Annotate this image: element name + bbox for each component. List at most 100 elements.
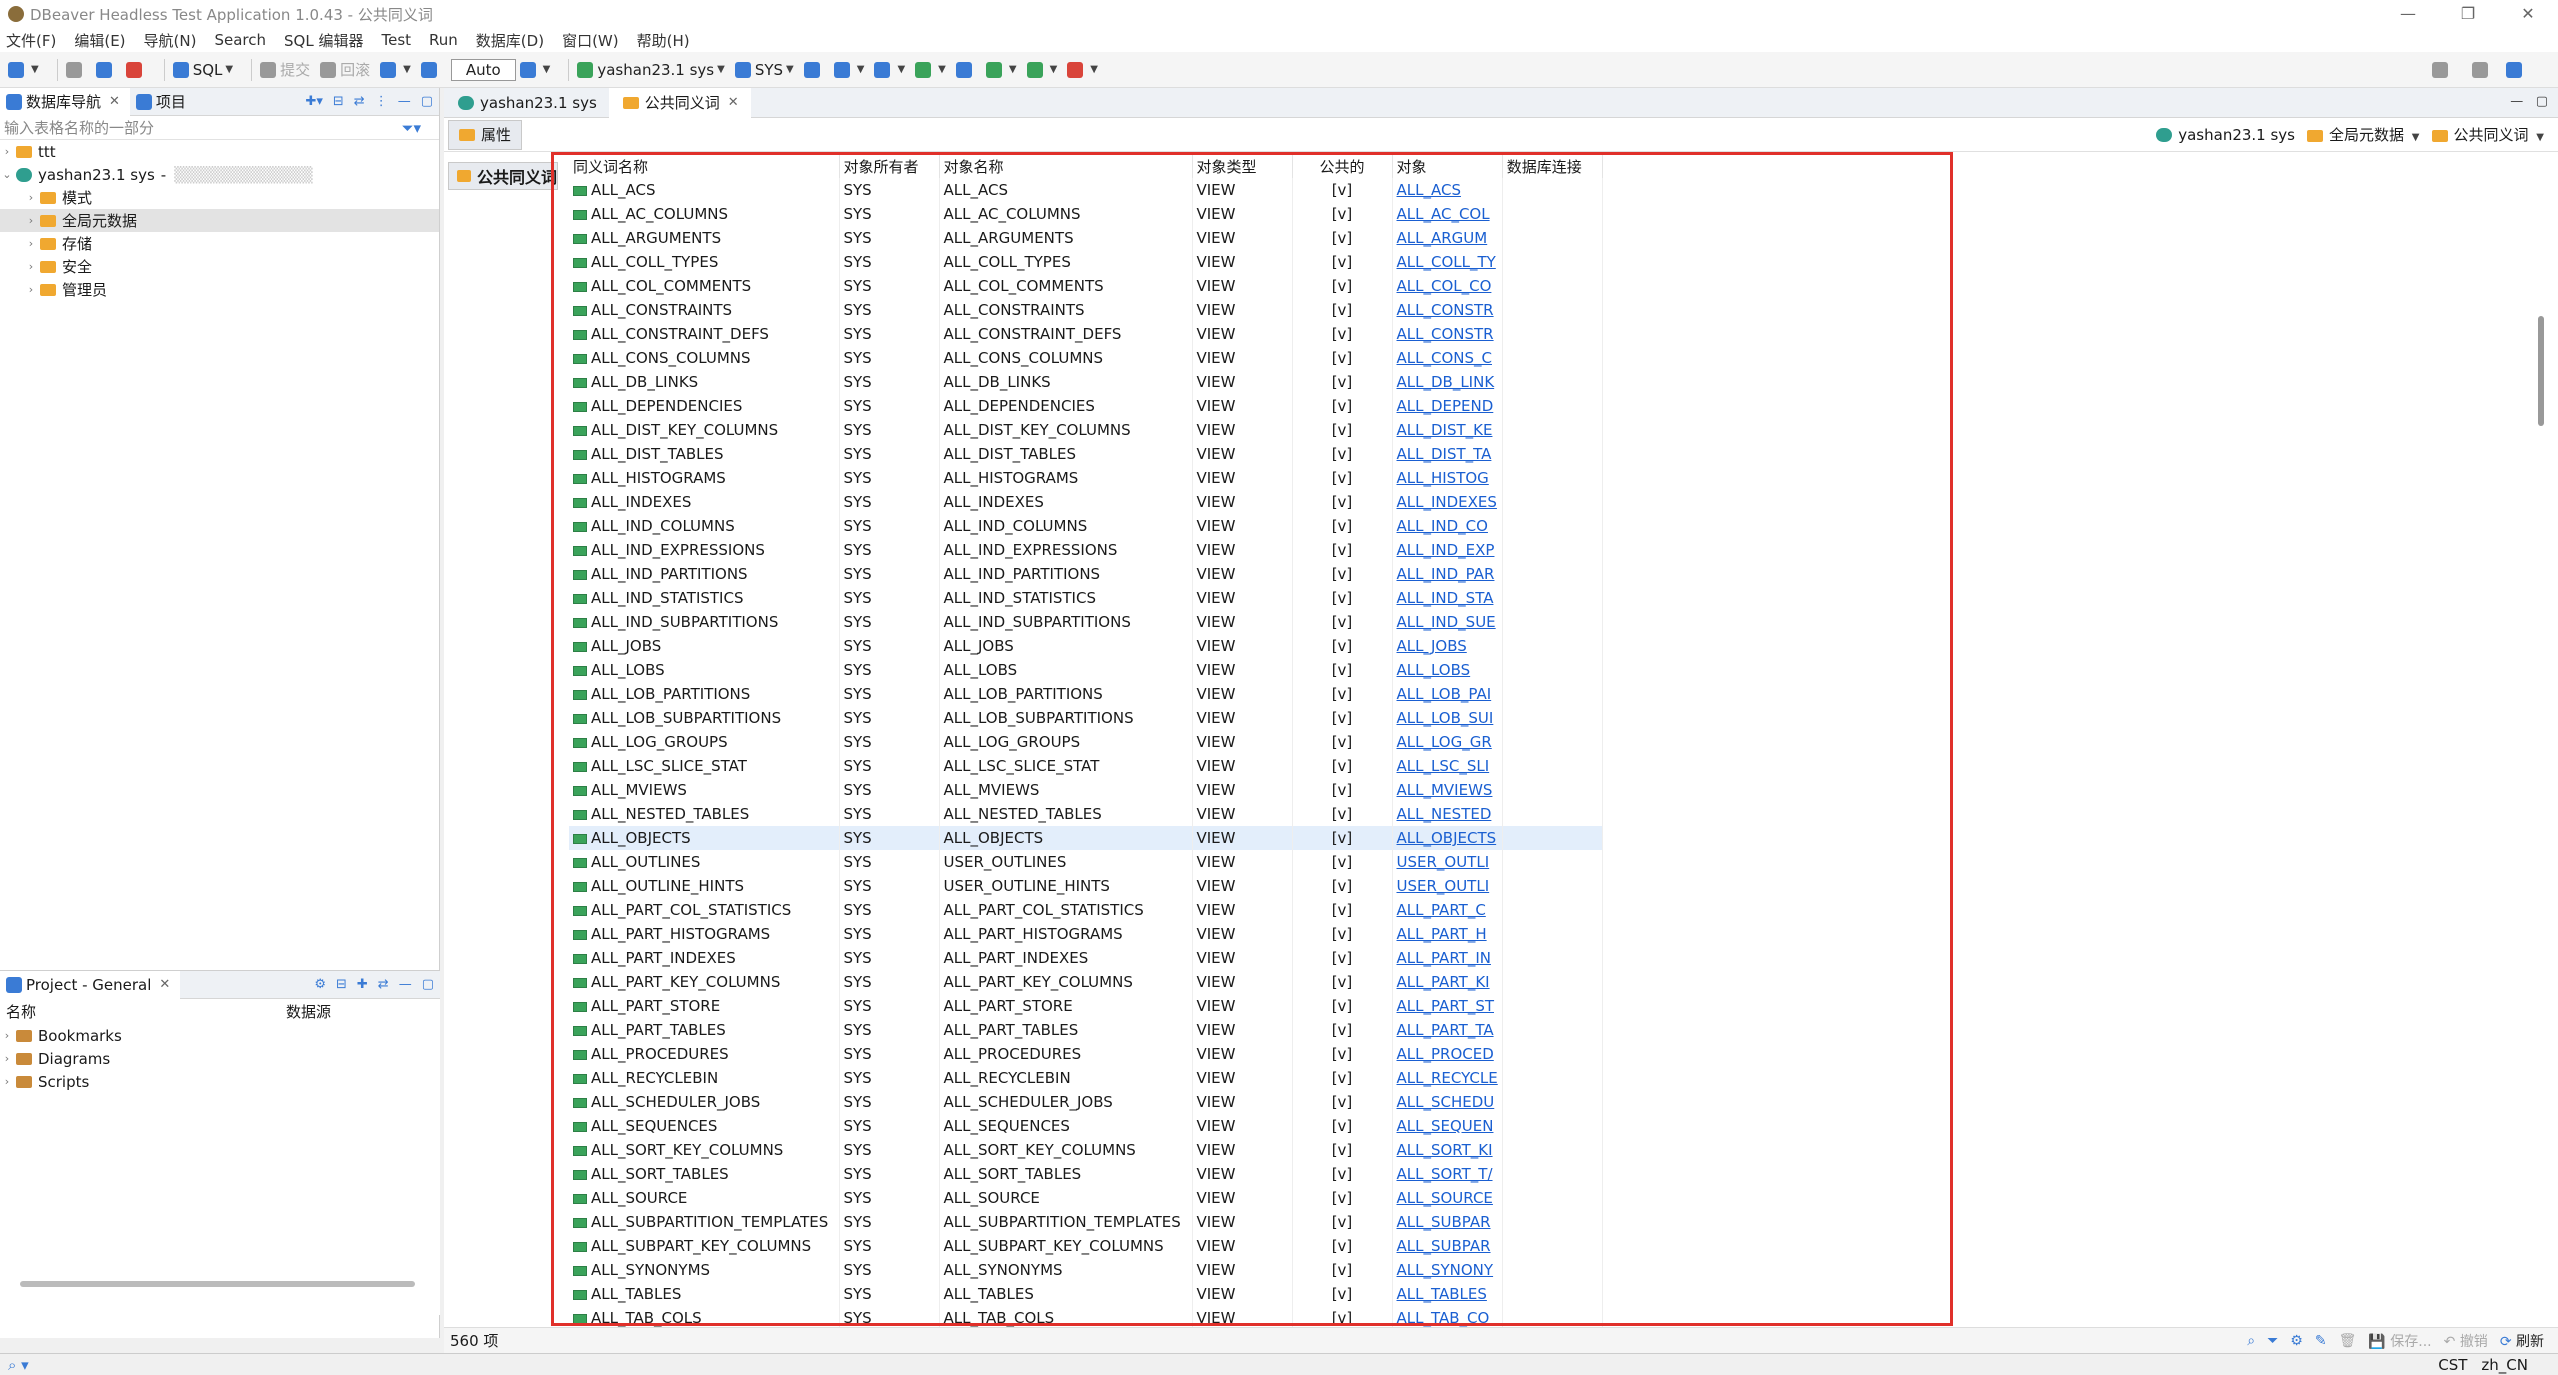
menu-file[interactable]: 文件(F) [6, 30, 56, 51]
object-name-cell[interactable]: ALL_LOG_GROUPS [939, 730, 1193, 754]
minimize-button[interactable]: — [2378, 0, 2438, 28]
tab-public-synonyms[interactable]: 公共同义词 ✕ [608, 87, 751, 118]
object-link-cell[interactable]: ALL_PROCED [1392, 1042, 1503, 1066]
object-owner-cell[interactable]: SYS [839, 946, 940, 970]
tab-project-general[interactable]: Project - General ✕ [0, 970, 181, 999]
synonym-name-cell[interactable]: ALL_RECYCLEBIN [569, 1066, 840, 1090]
object-owner-cell[interactable]: SYS [839, 778, 940, 802]
synonym-name-cell[interactable]: ALL_OUTLINE_HINTS [569, 874, 840, 898]
synonym-name-cell[interactable]: ALL_PART_KEY_COLUMNS [569, 970, 840, 994]
object-link-cell[interactable]: ALL_JOBS [1392, 634, 1503, 658]
object-name-cell[interactable]: ALL_DIST_TABLES [939, 442, 1193, 466]
link-editor-icon[interactable]: ⇄ [378, 977, 389, 992]
maximize-editor-icon[interactable]: ▢ [2536, 94, 2548, 109]
public-flag-cell[interactable]: [v] [1292, 1234, 1393, 1258]
table-row[interactable]: ALL_PART_HISTOGRAMS SYS ALL_PART_HISTOGRAM… [569, 922, 1603, 946]
collapse-all-icon[interactable]: ⊟ [333, 94, 344, 109]
synonym-name-cell[interactable]: ALL_DIST_TABLES [569, 442, 840, 466]
db-link-cell[interactable] [1502, 946, 1603, 970]
object-link-cell[interactable]: ALL_SORT_KI [1392, 1138, 1503, 1162]
synonym-name-cell[interactable]: ALL_AC_COLUMNS [569, 202, 840, 226]
db-link-cell[interactable] [1502, 1018, 1603, 1042]
object-name-cell[interactable]: ALL_PART_HISTOGRAMS [939, 922, 1193, 946]
public-flag-cell[interactable]: [v] [1292, 970, 1393, 994]
db-link-cell[interactable] [1502, 178, 1603, 202]
object-link-cell[interactable]: ALL_TAB_CO [1392, 1306, 1503, 1329]
collapse-icon[interactable]: ⌄ [0, 168, 14, 181]
object-owner-cell[interactable]: SYS [839, 850, 940, 874]
cloud-button[interactable] [803, 61, 824, 78]
object-type-cell[interactable]: VIEW [1192, 514, 1293, 538]
db-link-cell[interactable] [1502, 274, 1603, 298]
table-row[interactable]: ALL_MVIEWS SYS ALL_MVIEWS VIEW [v] ALL_MVIEWS [569, 778, 1603, 802]
object-link-cell[interactable]: ALL_SYNONY [1392, 1258, 1503, 1282]
back-button[interactable]: ▼ [8, 61, 39, 78]
table-row[interactable]: ALL_PROCEDURES SYS ALL_PROCEDURES VIEW [v] AL… [569, 1042, 1603, 1066]
table-row[interactable]: ALL_SEQUENCES SYS ALL_SEQUENCES VIEW [v] ALL_… [569, 1114, 1603, 1138]
public-flag-cell[interactable]: [v] [1292, 298, 1393, 322]
object-type-cell[interactable]: VIEW [1192, 802, 1293, 826]
table-row[interactable]: ALL_ACS SYS ALL_ACS VIEW [v] ALL_ACS [569, 178, 1603, 202]
table-row[interactable]: ALL_CONS_COLUMNS SYS ALL_CONS_COLUMNS VIEW[… [569, 346, 1603, 370]
breadcrumb-connection[interactable]: yashan23.1 sys [2154, 126, 2295, 144]
db-link-cell[interactable] [1502, 538, 1603, 562]
object-type-cell[interactable]: VIEW [1192, 778, 1293, 802]
table-row[interactable]: ALL_OUTLINES SYS USER_OUTLINES VIEW [v] USER_… [569, 850, 1603, 874]
synonym-name-cell[interactable]: ALL_MVIEWS [569, 778, 840, 802]
object-type-cell[interactable]: VIEW [1192, 274, 1293, 298]
open-perspective-button[interactable] [2472, 61, 2492, 78]
tasks-button[interactable]: ▼ [915, 61, 946, 78]
db-link-cell[interactable] [1502, 706, 1603, 730]
column-header[interactable]: 对象 [1392, 154, 1503, 178]
synonym-name-cell[interactable]: ALL_JOBS [569, 634, 840, 658]
object-link-cell[interactable]: ALL_AC_COL [1392, 202, 1503, 226]
table-row[interactable]: ALL_RECYCLEBIN SYS ALL_RECYCLEBIN VIEW [v] AL… [569, 1066, 1603, 1090]
object-link-cell[interactable]: USER_OUTLI [1392, 850, 1503, 874]
table-row[interactable]: ALL_TAB_COLS SYS ALL_TAB_COLS VIEW [v] ALL_TA… [569, 1306, 1603, 1329]
object-name-cell[interactable]: ALL_PART_STORE [939, 994, 1193, 1018]
synonym-name-cell[interactable]: ALL_IND_EXPRESSIONS [569, 538, 840, 562]
object-owner-cell[interactable]: SYS [839, 202, 940, 226]
object-type-cell[interactable]: VIEW [1192, 850, 1293, 874]
object-name-cell[interactable]: ALL_JOBS [939, 634, 1193, 658]
object-owner-cell[interactable]: SYS [839, 466, 940, 490]
public-flag-cell[interactable]: [v] [1292, 418, 1393, 442]
public-flag-cell[interactable]: [v] [1292, 874, 1393, 898]
link-editor-icon[interactable]: ⇄ [354, 94, 365, 109]
tab-connection-editor[interactable]: yashan23.1 sys [444, 88, 609, 118]
object-type-cell[interactable]: VIEW [1192, 1210, 1293, 1234]
object-name-cell[interactable]: ALL_DIST_KEY_COLUMNS [939, 418, 1193, 442]
object-link-cell[interactable]: ALL_LOBS [1392, 658, 1503, 682]
db-link-cell[interactable] [1502, 418, 1603, 442]
table-row[interactable]: ALL_IND_EXPRESSIONS SYS ALL_IND_EXPRESSION… [569, 538, 1603, 562]
table-row[interactable]: ALL_IND_STATISTICS SYS ALL_IND_STATISTICS V… [569, 586, 1603, 610]
breadcrumb-global-metadata[interactable]: 全局元数据 ▼ [2305, 124, 2420, 145]
object-link-cell[interactable]: ALL_LOB_PAI [1392, 682, 1503, 706]
object-owner-cell[interactable]: SYS [839, 1066, 940, 1090]
synonym-name-cell[interactable]: ALL_PART_COL_STATISTICS [569, 898, 840, 922]
synonym-name-cell[interactable]: ALL_COL_COMMENTS [569, 274, 840, 298]
table-row[interactable]: ALL_PART_INDEXES SYS ALL_PART_INDEXES VIEW[… [569, 946, 1603, 970]
table-row[interactable]: ALL_SYNONYMS SYS ALL_SYNONYMS VIEW [v] ALL_SY… [569, 1258, 1603, 1282]
table-row[interactable]: ALL_JOBS SYS ALL_JOBS VIEW [v] ALL_JOBS [569, 634, 1603, 658]
table-row[interactable]: ALL_PART_KEY_COLUMNS SYS ALL_PART_KEY_COLU… [569, 970, 1603, 994]
object-link-cell[interactable]: ALL_PART_C [1392, 898, 1503, 922]
object-type-cell[interactable]: VIEW [1192, 1090, 1293, 1114]
object-name-cell[interactable]: USER_OUTLINES [939, 850, 1193, 874]
db-link-cell[interactable] [1502, 658, 1603, 682]
db-link-cell[interactable] [1502, 322, 1603, 346]
public-flag-cell[interactable]: [v] [1292, 778, 1393, 802]
table-row[interactable]: ALL_SUBPART_KEY_COLUMNS SYS ALL_SUBPART_KE… [569, 1234, 1603, 1258]
object-name-cell[interactable]: ALL_HISTOGRAMS [939, 466, 1193, 490]
column-header[interactable]: 对象名称 [939, 154, 1193, 178]
close-icon[interactable]: ✕ [109, 94, 120, 109]
public-flag-cell[interactable]: [v] [1292, 1306, 1393, 1329]
synonym-name-cell[interactable]: ALL_PART_STORE [569, 994, 840, 1018]
object-link-cell[interactable]: ALL_IND_CO [1392, 514, 1503, 538]
object-owner-cell[interactable]: SYS [839, 1258, 940, 1282]
close-icon[interactable]: ✕ [728, 95, 739, 110]
object-type-cell[interactable]: VIEW [1192, 1282, 1293, 1306]
column-header[interactable]: 同义词名称 [569, 154, 840, 178]
object-link-cell[interactable]: ALL_RECYCLE [1392, 1066, 1503, 1090]
object-link-cell[interactable]: ALL_LSC_SLI [1392, 754, 1503, 778]
